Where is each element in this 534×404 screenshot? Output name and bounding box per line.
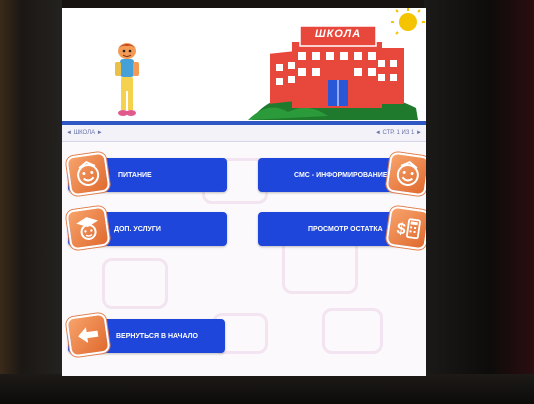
sms-info-label: СМС - ИНФОРМИРОВАНИЕ	[294, 171, 388, 179]
boy-mascot-image	[115, 43, 139, 116]
svg-text:$: $	[396, 221, 407, 239]
school-building-image	[248, 8, 425, 120]
breadcrumb-bar: ◄ ШКОЛА ► ◄ СТР. 1 ИЗ 1 ►	[62, 125, 426, 142]
view-balance-label: ПРОСМОТР ОСТАТКА	[308, 225, 383, 233]
breadcrumb[interactable]: ◄ ШКОЛА ►	[66, 125, 103, 141]
school-sign-text: ШКОЛА	[314, 28, 362, 40]
back-to-start-label: ВЕРНУТЬСЯ В НАЧАЛО	[116, 332, 198, 340]
page-indicator: ◄ СТР. 1 ИЗ 1 ►	[374, 130, 422, 136]
smiley-face-icon	[385, 151, 426, 197]
header: ШКОЛА	[62, 8, 426, 121]
nutrition-label: ПИТАНИЕ	[118, 171, 152, 179]
background-pattern	[102, 258, 168, 309]
terminal-bezel-left	[0, 0, 62, 404]
background-pattern	[282, 238, 358, 294]
kiosk-screen: ШКОЛА ◄ ШКОЛА ► ◄ СТР. 1 ИЗ 1 ► ПИТАНИЕ …	[62, 8, 426, 376]
graduation-face-icon	[65, 205, 111, 251]
background-pattern	[322, 308, 383, 354]
terminal-bezel-bottom	[0, 374, 534, 404]
extra-services-label: ДОП. УСЛУГИ	[114, 225, 161, 233]
smiley-face-icon	[65, 151, 111, 197]
money-calculator-icon: $	[385, 205, 426, 251]
back-arrow-icon	[65, 312, 111, 358]
terminal-bezel-right	[424, 0, 534, 404]
